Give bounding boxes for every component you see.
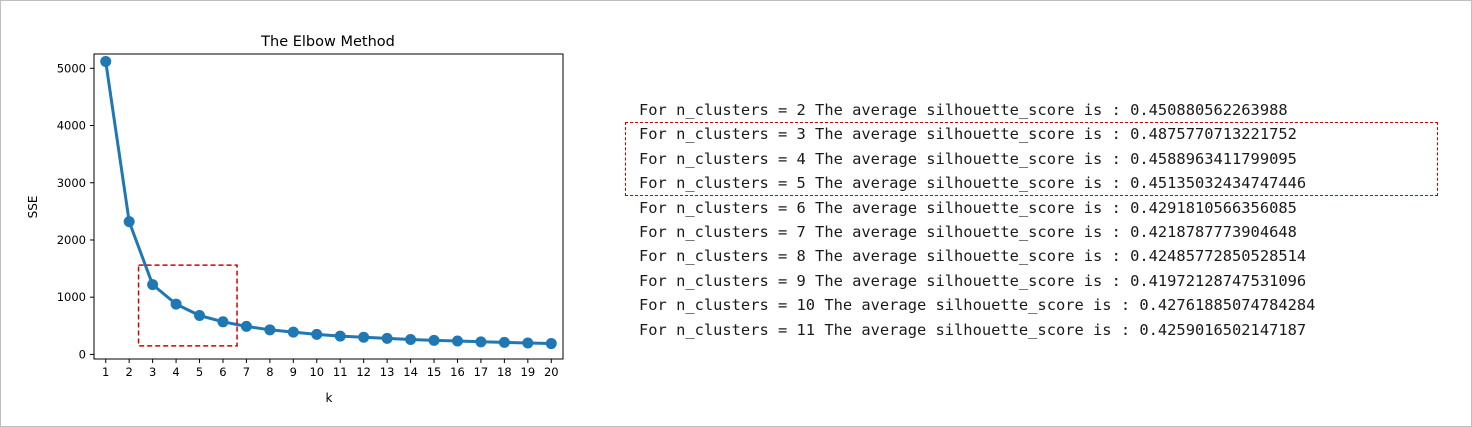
x-axis-ticks: 1 2 3 4 5 6 7 8 9 10 11 12 13 14 15 16 17 18 19 20 [102, 359, 559, 379]
x-tick-label: 19 [521, 365, 536, 379]
sse-point [194, 310, 206, 322]
figure-frame: The Elbow Method 1 2 3 4 5 6 7 8 9 10 11 12 13 14 15 16… [0, 0, 1472, 427]
x-tick-label: 18 [497, 365, 512, 379]
x-tick-label: 20 [544, 365, 559, 379]
sse-point [545, 338, 557, 350]
sse-point [522, 337, 534, 349]
sse-series [100, 55, 557, 350]
x-tick-label: 10 [309, 365, 324, 379]
y-tick-label: 4000 [57, 119, 86, 133]
sse-point [147, 279, 159, 291]
x-tick-label: 11 [333, 365, 348, 379]
y-axis-ticks: 0 1000 2000 3000 4000 5000 [57, 61, 94, 361]
sse-point [334, 330, 346, 342]
x-tick-label: 12 [356, 365, 371, 379]
sse-point [381, 332, 393, 344]
plot-area [93, 53, 564, 360]
x-tick-label: 7 [243, 365, 250, 379]
y-tick-label: 1000 [57, 290, 86, 304]
y-tick-label: 0 [79, 347, 86, 361]
x-tick-label: 3 [149, 365, 156, 379]
sse-point [498, 336, 510, 348]
x-tick-label: 5 [196, 365, 203, 379]
sse-point [405, 334, 417, 346]
x-tick-label: 4 [172, 365, 179, 379]
x-tick-label: 2 [126, 365, 133, 379]
sse-point [170, 298, 182, 310]
x-tick-label: 14 [403, 365, 418, 379]
x-tick-label: 9 [290, 365, 297, 379]
y-tick-label: 2000 [57, 233, 86, 247]
y-tick-label: 3000 [57, 176, 86, 190]
sse-point [311, 328, 323, 340]
sse-point [475, 336, 487, 348]
chart-title: The Elbow Method [260, 34, 395, 50]
sse-point [100, 55, 112, 67]
sse-point [123, 216, 135, 228]
x-tick-label: 6 [219, 365, 226, 379]
x-tick-label: 17 [474, 365, 489, 379]
chart-highlight-box [137, 264, 238, 347]
x-axis-label: k [326, 391, 333, 405]
score-line: For n_clusters = 11 The average silhouet… [639, 320, 1307, 339]
score-line: For n_clusters = 10 The average silhouet… [639, 296, 1316, 315]
sse-point [217, 316, 229, 328]
score-line: For n_clusters = 8 The average silhouett… [639, 247, 1307, 266]
sse-point [287, 326, 299, 338]
score-line: For n_clusters = 9 The average silhouett… [639, 271, 1307, 290]
sse-point [428, 334, 440, 346]
x-tick-label: 15 [427, 365, 442, 379]
sse-point [358, 331, 370, 343]
sse-point [240, 320, 252, 332]
sse-point [451, 335, 463, 347]
x-tick-label: 8 [266, 365, 273, 379]
y-tick-label: 5000 [57, 61, 86, 75]
score-line: For n_clusters = 7 The average silhouett… [639, 222, 1297, 241]
x-tick-label: 13 [380, 365, 395, 379]
console-highlight-box [625, 122, 1438, 196]
score-line: For n_clusters = 2 The average silhouett… [639, 101, 1288, 119]
elbow-chart: The Elbow Method 1 2 3 4 5 6 7 8 9 10 11 12 13 14 15 16… [26, 34, 564, 405]
y-axis-label: SSE [26, 196, 40, 219]
sse-point [264, 324, 276, 336]
x-tick-label: 16 [450, 365, 465, 379]
x-tick-label: 1 [102, 365, 109, 379]
score-line: For n_clusters = 6 The average silhouett… [639, 198, 1297, 217]
